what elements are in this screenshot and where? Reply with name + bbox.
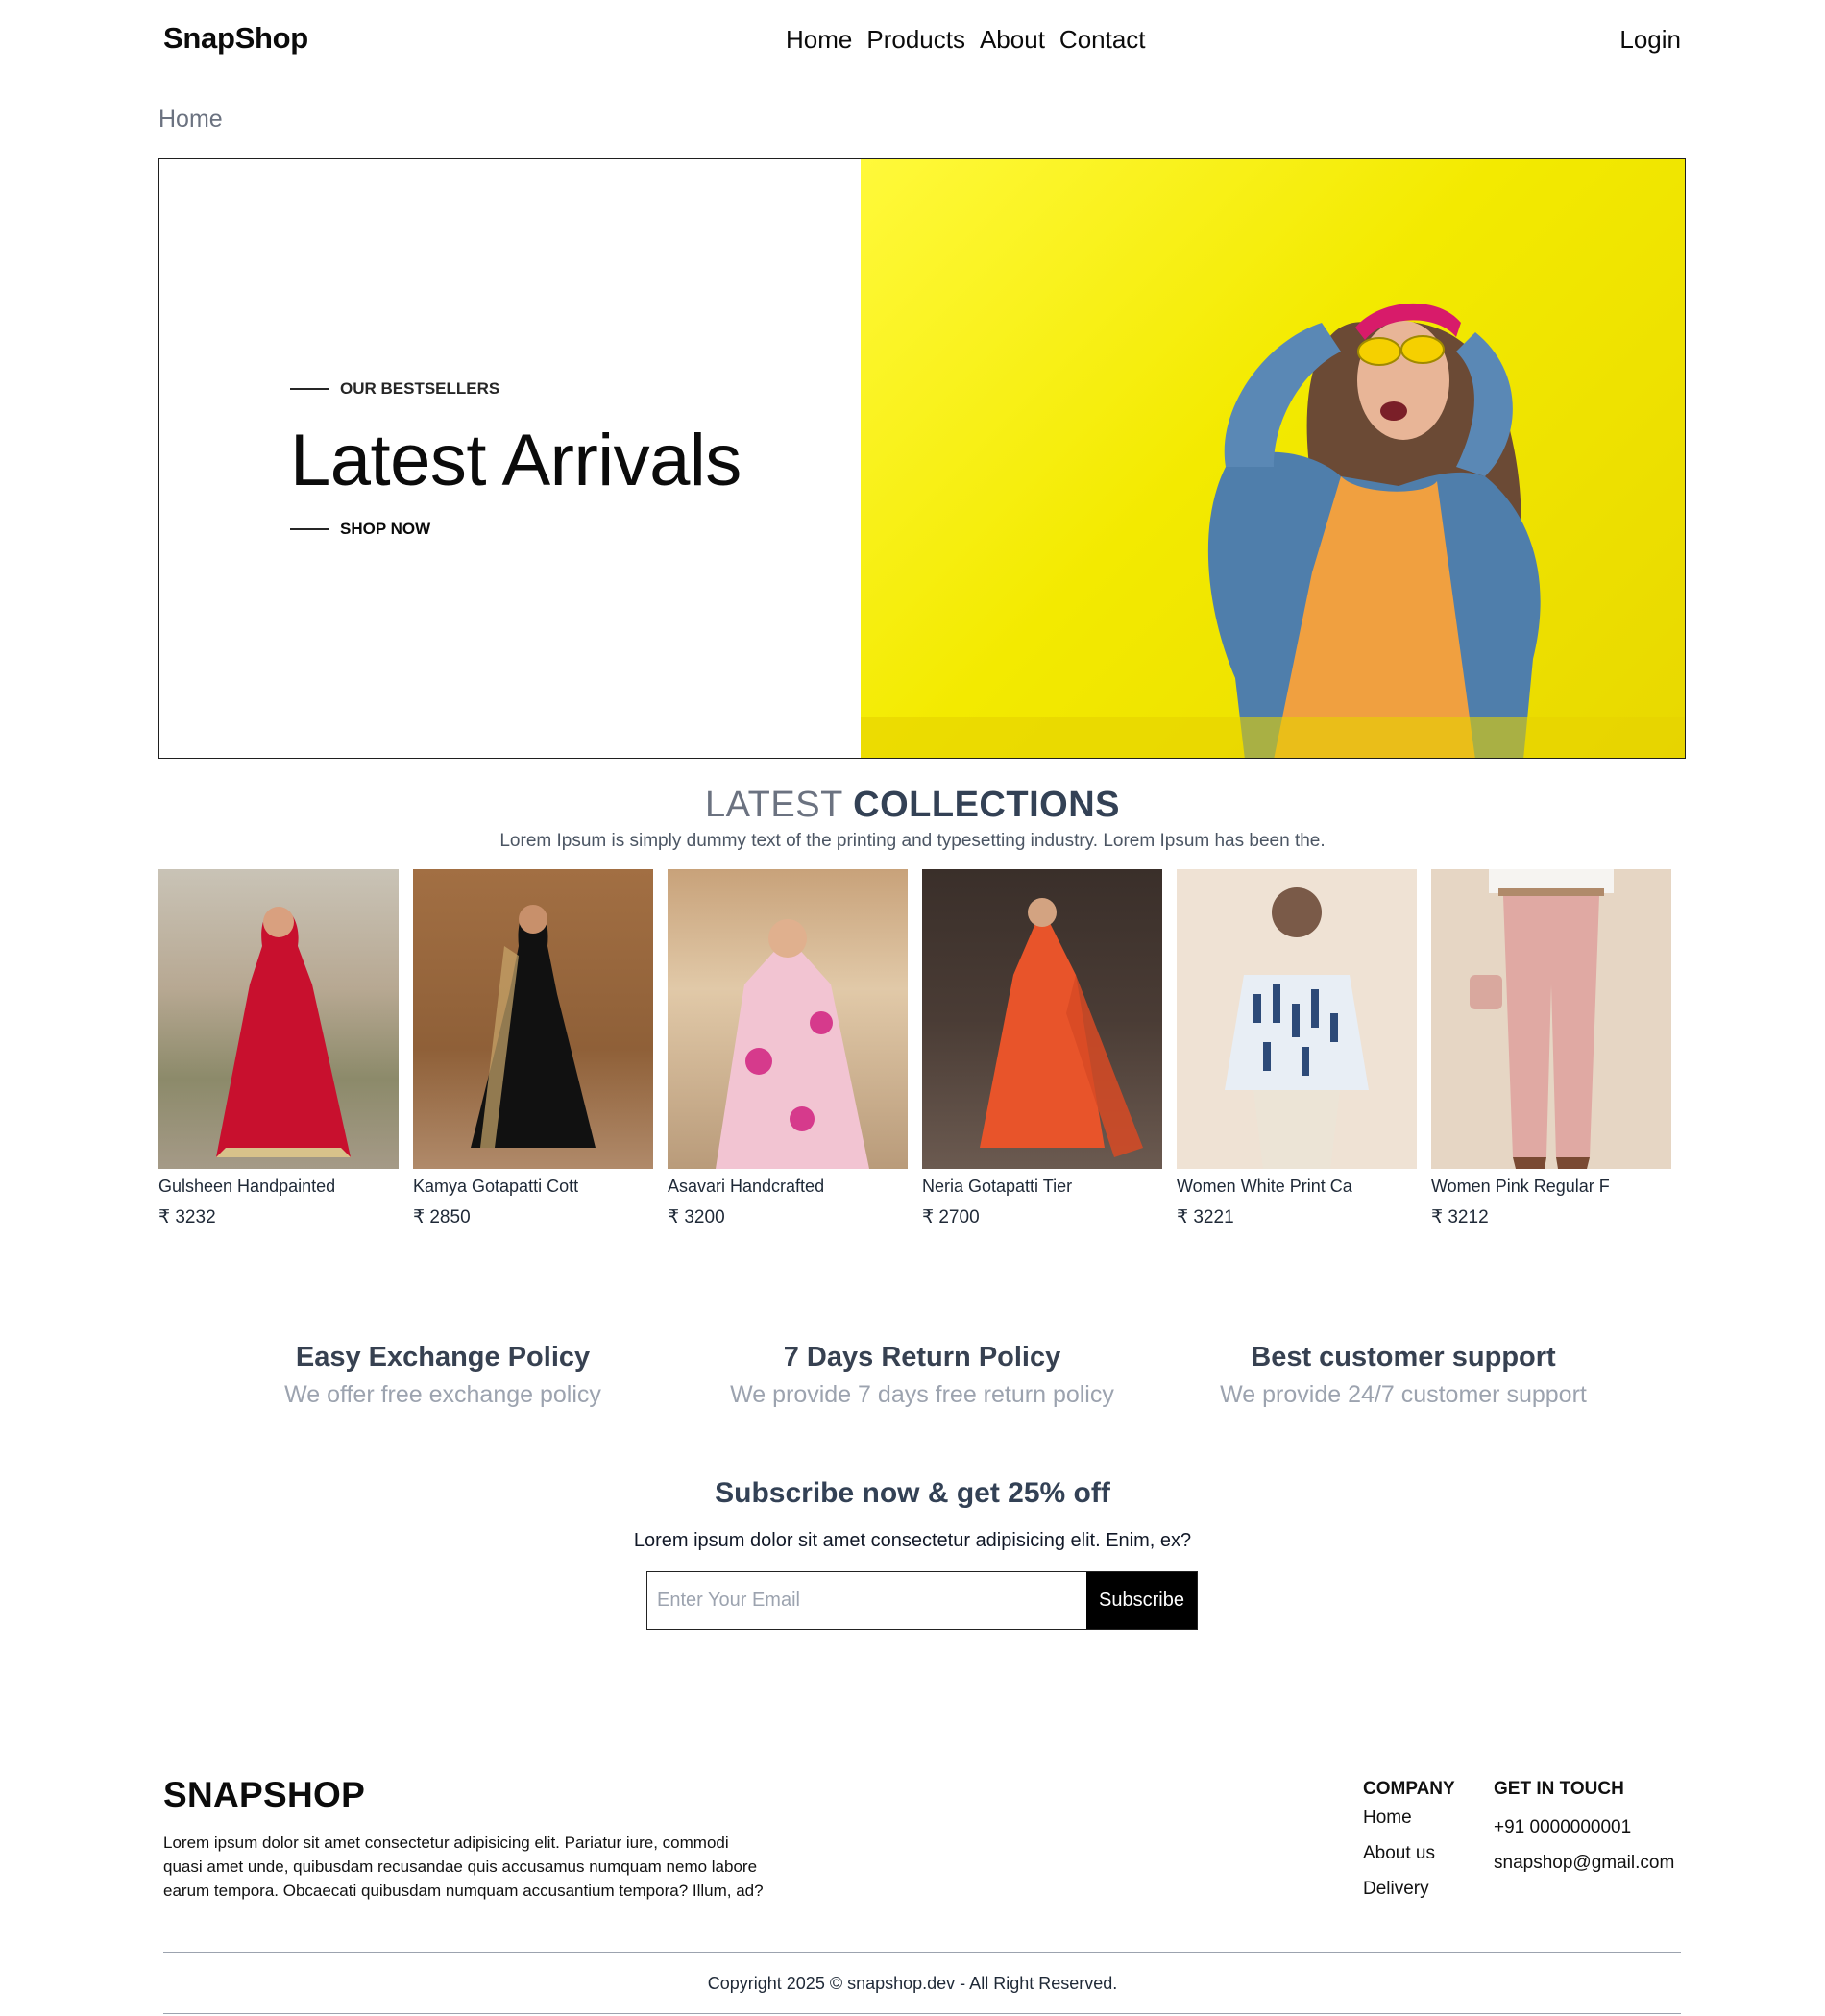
- hero-eyebrow: OUR BESTSELLERS: [290, 379, 499, 399]
- product-image: [1177, 869, 1417, 1169]
- footer-contact-heading: GET IN TOUCH: [1494, 1779, 1624, 1799]
- product-image: [922, 869, 1162, 1169]
- collections-subtitle: Lorem Ipsum is simply dummy text of the …: [499, 831, 1326, 851]
- nav-link-about[interactable]: About: [980, 25, 1045, 55]
- policy-support: Best customer support We provide 24/7 cu…: [1216, 1342, 1591, 1409]
- product-image: [413, 869, 653, 1169]
- login-link[interactable]: Login: [1619, 25, 1681, 55]
- product-card[interactable]: Neria Gotapatti Tier ₹ 2700: [922, 869, 1162, 1228]
- product-card[interactable]: Women Pink Regular F ₹ 3212: [1431, 869, 1671, 1228]
- product-image: [158, 869, 399, 1169]
- eyebrow-line: [290, 388, 328, 390]
- footer-email[interactable]: snapshop@gmail.com: [1494, 1853, 1674, 1874]
- collections-title-light: LATEST: [705, 785, 843, 825]
- hero-eyebrow-label: OUR BESTSELLERS: [340, 379, 500, 398]
- copyright: Copyright 2025 © snapshop.dev - All Righ…: [707, 1974, 1118, 1993]
- product-name: Neria Gotapatti Tier: [922, 1177, 1073, 1196]
- product-card[interactable]: Kamya Gotapatti Cott ₹ 2850: [413, 869, 653, 1228]
- footer-bottom-divider: [163, 2013, 1681, 2014]
- product-name: Gulsheen Handpainted: [158, 1177, 336, 1196]
- policy-desc: We provide 7 days free return policy: [730, 1381, 1114, 1408]
- hero-banner: OUR BESTSELLERS Latest Arrivals SHOP NOW: [158, 158, 1686, 759]
- product-name: Women Pink Regular F: [1431, 1177, 1610, 1196]
- footer-contact: GET IN TOUCH +91 0000000001 snapshop@gma…: [1494, 1779, 1674, 1874]
- subscribe-desc: Lorem ipsum dolor sit amet consectetur a…: [633, 1530, 1192, 1551]
- product-image: [1431, 869, 1671, 1169]
- shop-now-link[interactable]: SHOP NOW: [290, 520, 430, 539]
- product-name: Kamya Gotapatti Cott: [413, 1177, 579, 1196]
- policy-title: Best customer support: [1251, 1342, 1556, 1372]
- product-image: [668, 869, 908, 1169]
- footer-description: Lorem ipsum dolor sit amet consectetur a…: [163, 1834, 764, 1900]
- product-name: Women White Print Ca: [1177, 1177, 1352, 1196]
- product-card[interactable]: Gulsheen Handpainted ₹ 3232: [158, 869, 399, 1228]
- footer-link-delivery[interactable]: Delivery: [1363, 1879, 1455, 1900]
- product-price: ₹ 2700: [922, 1207, 980, 1227]
- shop-now-line: [290, 528, 328, 530]
- footer-company-heading: COMPANY: [1363, 1779, 1455, 1799]
- nav-link-home[interactable]: Home: [786, 25, 852, 55]
- footer-brand: SNAPSHOP: [163, 1775, 366, 1814]
- collections-title-bold: COLLECTIONS: [853, 785, 1120, 825]
- hero-image: [861, 159, 1685, 758]
- footer-divider: [163, 1952, 1681, 1953]
- product-card[interactable]: Women White Print Ca ₹ 3221: [1177, 869, 1417, 1228]
- nav-link-contact[interactable]: Contact: [1059, 25, 1146, 55]
- subscribe-title: Subscribe now & get 25% off: [715, 1477, 1110, 1509]
- nav-link-products[interactable]: Products: [866, 25, 965, 55]
- breadcrumb: Home: [158, 106, 223, 133]
- product-price: ₹ 3200: [668, 1207, 725, 1227]
- policy-exchange: Easy Exchange Policy We offer free excha…: [284, 1342, 601, 1409]
- policy-desc: We provide 24/7 customer support: [1220, 1381, 1587, 1408]
- footer-phone: +91 0000000001: [1494, 1817, 1632, 1837]
- footer-company: COMPANY Home About us Delivery: [1363, 1779, 1455, 1900]
- product-price: ₹ 3212: [1431, 1207, 1489, 1227]
- site-logo[interactable]: SnapShop: [163, 21, 308, 56]
- hero-model-illustration: [861, 303, 1685, 758]
- subscribe-form: Subscribe: [646, 1571, 1198, 1630]
- hero-title: Latest Arrivals: [290, 420, 742, 501]
- collections-title: LATEST COLLECTIONS: [0, 785, 1825, 826]
- footer-link-about[interactable]: About us: [1363, 1843, 1455, 1864]
- subscribe-button[interactable]: Subscribe: [1086, 1572, 1197, 1629]
- policy-title: Easy Exchange Policy: [295, 1342, 591, 1372]
- shop-now-label: SHOP NOW: [340, 520, 431, 538]
- navbar: SnapShop Home Products About Contact Log…: [0, 0, 1825, 81]
- product-card[interactable]: Asavari Handcrafted ₹ 3200: [668, 869, 908, 1228]
- policy-title: 7 Days Return Policy: [783, 1342, 1061, 1372]
- main-menu: Home Products About Contact: [786, 25, 1146, 55]
- policy-return: 7 Days Return Policy We provide 7 days f…: [730, 1342, 1114, 1409]
- policy-desc: We offer free exchange policy: [284, 1381, 601, 1408]
- email-input[interactable]: [647, 1572, 1086, 1629]
- product-price: ₹ 3232: [158, 1207, 216, 1227]
- hero-text-panel: OUR BESTSELLERS Latest Arrivals SHOP NOW: [159, 159, 861, 758]
- product-name: Asavari Handcrafted: [668, 1177, 825, 1196]
- product-price: ₹ 3221: [1177, 1207, 1234, 1227]
- product-grid: Gulsheen Handpainted ₹ 3232 Kamya Gotapa…: [158, 869, 1671, 1228]
- footer-link-home[interactable]: Home: [1363, 1808, 1455, 1829]
- product-price: ₹ 2850: [413, 1207, 471, 1227]
